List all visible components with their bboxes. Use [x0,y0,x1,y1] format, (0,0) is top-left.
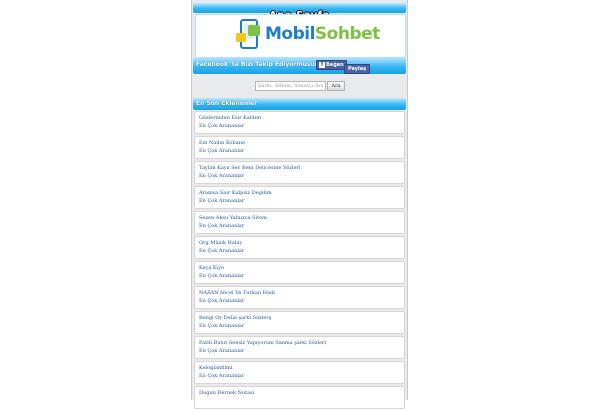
site-logo[interactable]: MobilSohbet [195,14,406,58]
list-item-category[interactable]: En Çok Arananlar [199,297,404,305]
logo-text-part1: Mobil [265,24,315,44]
search-button[interactable]: Ara [327,81,345,91]
facebook-like-label: Beğen [326,62,344,68]
recent-list: Gözlerinden Esir Kaldım En Çok Arananlar … [194,111,405,411]
list-item-category[interactable]: En Çok Arananlar [199,147,404,155]
facebook-share-button[interactable]: Paylaş [344,64,371,74]
list-item-title[interactable]: Aramsa Sair Kalpsiz Degilim [199,189,404,197]
list-item-category[interactable]: En Çok Arananlar [199,122,404,130]
list-item-category[interactable]: En Çok Arananlar [199,172,404,180]
list-item-title[interactable]: Gözlerinden Esir Kaldım [199,114,404,122]
list-item-category[interactable]: En Çok Arananlar [199,272,404,280]
list-item-title[interactable]: Org Müzik Halay [199,239,404,247]
chat-bubble-small-icon [236,33,246,42]
chat-bubble-icon [248,25,260,36]
list-item[interactable]: NAZAN öncel Ve Turkan Hadi En Çok Arananl… [194,286,405,309]
list-item[interactable]: Gözlerinden Esir Kaldım En Çok Arananlar [194,111,405,134]
list-item[interactable]: Fatih Bulut Sensiz Yapıyorum Sanma şarkı… [194,336,405,359]
list-item-category[interactable]: En Çok Arananlar [199,347,404,355]
list-item[interactable]: Sezen Aksu Yalnızca Sitem En Çok Arananla… [194,211,405,234]
list-item-title[interactable]: Bengi Oy Delal şarkı Sözlerş [199,314,404,322]
list-item-title[interactable]: Keloglanfilmi [199,364,404,372]
list-item-title[interactable]: Keça Kiyo [199,264,404,272]
list-item[interactable]: Em Nadın Kobane En Çok Arananlar [194,136,405,159]
section-title: En Son Eklenenler [196,100,258,107]
list-item-title[interactable]: Em Nadın Kobane [199,139,404,147]
logo-text: MobilSohbet [265,24,380,44]
list-item-category[interactable]: En Çok Arananlar [199,322,404,330]
list-item-title[interactable]: NAZAN öncel Ve Turkan Hadi [199,289,404,297]
facebook-like-button[interactable]: f Beğen [316,60,347,70]
list-item[interactable]: Dugun Dernek Notasi [194,386,405,409]
logo-text-part2: Sohbet [314,24,380,44]
list-item-category[interactable]: En Çok Arananlar [199,372,404,380]
home-link-bar[interactable]: Ana Sayfa [193,3,406,21]
facebook-follow-text: Facebook 'ta Bizi Takip Ediyormusunuz? [196,61,331,68]
list-item-category[interactable]: En Çok Arananlar [199,197,404,205]
list-item-title[interactable]: Dugun Dernek Notasi [199,389,404,397]
list-item[interactable]: Keloglanfilmi En Çok Arananlar [194,361,405,384]
facebook-follow-bar: Facebook 'ta Bizi Takip Ediyormusunuz? f… [193,58,406,74]
list-item[interactable]: Aramsa Sair Kalpsiz Degilim En Çok Aranan… [194,186,405,209]
facebook-icon: f [319,61,325,68]
list-item[interactable]: Org Müzik Halay En Çok Arananlar [194,236,405,259]
list-item-category[interactable]: En Çok Arananlar [199,222,404,230]
search-input[interactable] [255,81,326,91]
section-header: En Son Eklenenler [193,98,406,110]
list-item[interactable]: Taylan Kaya Sev Beni Delicesine Sözleri E… [194,161,405,184]
list-item-category[interactable]: En Çok Arananlar [199,247,404,255]
list-item[interactable]: Bengi Oy Delal şarkı Sözlerş En Çok Arana… [194,311,405,334]
list-item[interactable]: Keça Kiyo En Çok Arananlar [194,261,405,284]
list-item-title[interactable]: Fatih Bulut Sensiz Yapıyorum Sanma şarkı… [199,339,404,347]
list-item-title[interactable]: Taylan Kaya Sev Beni Delicesine Sözleri [199,164,404,172]
list-item-title[interactable]: Sezen Aksu Yalnızca Sitem [199,214,404,222]
page-container: Ana Sayfa MobilSohbet Facebook 'ta Bizi … [191,0,408,409]
